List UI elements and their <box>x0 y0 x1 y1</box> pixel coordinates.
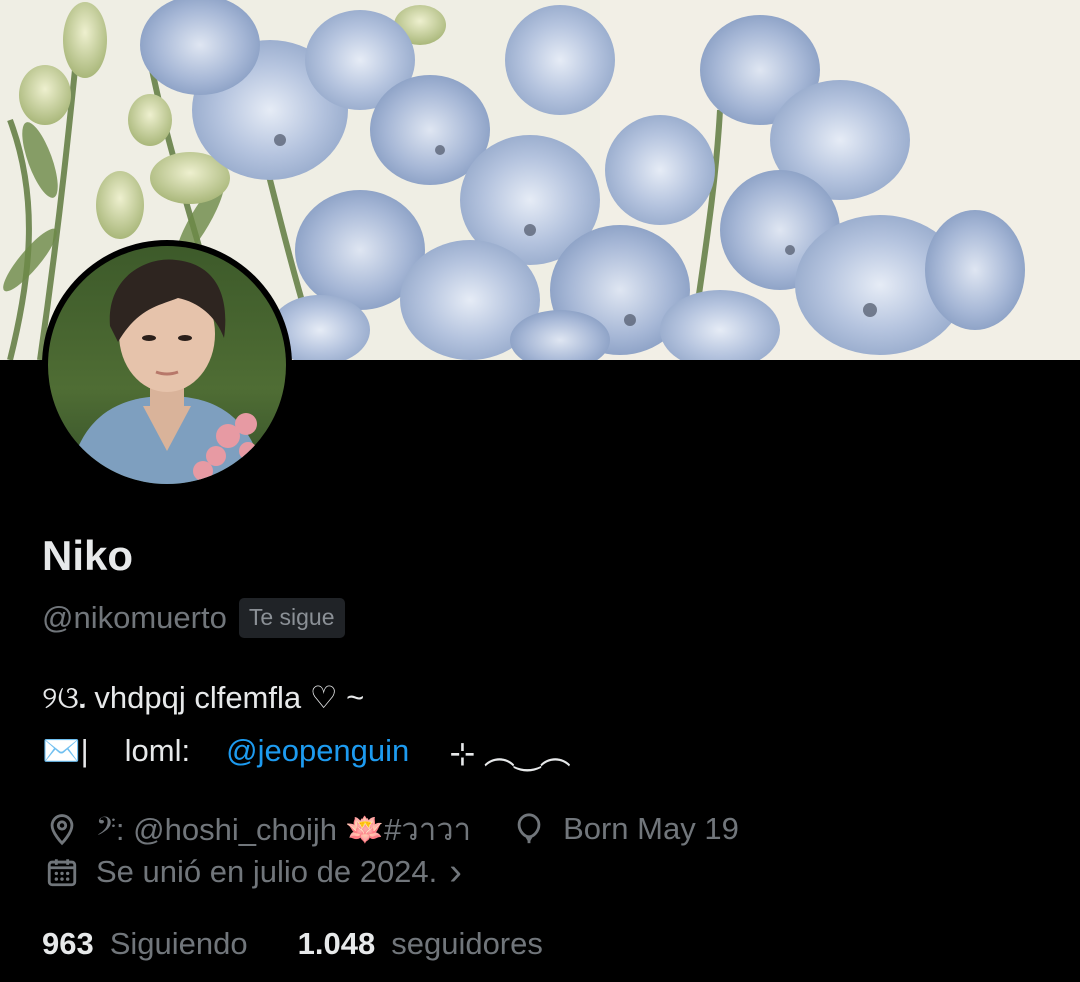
chevron-right-icon: › <box>449 851 462 893</box>
profile-joined-date: Se unió en julio de 2024. <box>96 854 438 889</box>
bio-decoration: ⊹ ︵‿︵ <box>449 736 571 771</box>
profile-joined-row[interactable]: Se unió en julio de 2024. › <box>42 852 462 892</box>
follows-you-badge: Te sigue <box>238 598 345 638</box>
profile-name: Niko <box>42 532 134 579</box>
avatar[interactable] <box>42 240 292 490</box>
followers-link[interactable]: 1.048 seguidores <box>298 926 543 962</box>
balloon-icon <box>509 809 549 849</box>
following-link[interactable]: 963 Siguiendo <box>42 926 248 962</box>
profile-birthday: Born May 19 <box>563 811 739 846</box>
bio-line-2: ✉️| loml: @jeopenguin ⊹ ︵‿︵ <box>42 728 571 773</box>
profile-stats: 963 Siguiendo 1.048 seguidores <box>42 926 543 962</box>
following-count: 963 <box>42 926 94 961</box>
bio-envelope-prefix: ✉️| <box>42 733 89 768</box>
following-label: Siguiendo <box>109 926 248 961</box>
followers-label: seguidores <box>391 926 543 961</box>
bio-loml-label: loml: <box>124 732 191 768</box>
bio-line-1: ୨ଓ᎐ vhdpqj clfemfla ♡ ~ <box>42 680 365 715</box>
calendar-icon <box>42 852 82 892</box>
bio-mention-link[interactable]: @jeopenguin <box>226 733 409 769</box>
profile-meta-row: 𝄢: @hoshi_choijh 🪷#วาวา Born May 19 <box>42 804 739 854</box>
profile-handle: @nikomuerto <box>42 600 227 635</box>
avatar-photo <box>48 246 286 484</box>
followers-count: 1.048 <box>297 926 376 961</box>
handle-row: @nikomuerto Te sigue <box>42 598 345 638</box>
profile-location: 𝄢: @hoshi_choijh 🪷#วาวา <box>96 812 472 847</box>
location-pin-icon <box>42 809 82 849</box>
